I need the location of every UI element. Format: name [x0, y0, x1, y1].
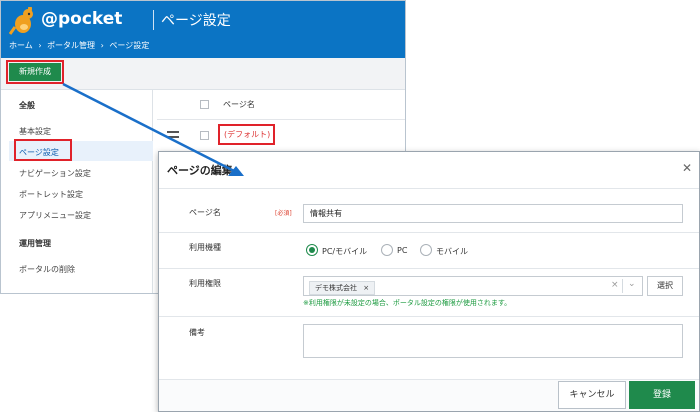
highlight-new-button [6, 60, 64, 84]
row-checkbox[interactable] [200, 131, 209, 140]
page-name-input[interactable]: 情報共有 [303, 204, 683, 223]
edit-page-dialog: ページの編集 ✕ ページ名 [必須] 情報共有 利用機種 PC/モバイル PC … [158, 151, 700, 412]
sidebar-item-delete-portal[interactable]: ポータルの削除 [19, 264, 75, 275]
permission-label: 利用権限 [189, 279, 221, 288]
dialog-title: ページの編集 [167, 164, 233, 177]
breadcrumb-home[interactable]: ホーム [9, 41, 33, 50]
page-title: ページ設定 [161, 13, 231, 29]
sidebar-section-operations: 運用管理 [19, 239, 51, 248]
breadcrumb: ホーム › ポータル管理 › ページ設定 [9, 40, 152, 51]
required-badge: [必須] [275, 210, 292, 217]
breadcrumb-separator: › [100, 41, 104, 50]
device-label: 利用機種 [189, 243, 221, 252]
select-all-checkbox[interactable] [200, 100, 209, 109]
field-divider [159, 268, 699, 269]
header-divider [153, 10, 154, 30]
list-header-divider [157, 119, 405, 120]
permission-note: ※利用権限が未設定の場合、ポータル設定の権限が使用されます。 [303, 299, 512, 307]
screenshot-stage: @pocket ページ設定 ホーム › ポータル管理 › ページ設定 新規作成 … [0, 0, 700, 412]
remarks-label: 備考 [189, 328, 205, 337]
clear-selection-icon[interactable]: × [611, 280, 619, 290]
chevron-down-icon[interactable]: ⌄ [628, 279, 636, 289]
device-option-pc-mobile[interactable]: PC/モバイル [322, 246, 367, 257]
field-divider [159, 232, 699, 233]
breadcrumb-portal-admin[interactable]: ポータル管理 [47, 41, 95, 50]
sidebar-item-navigation[interactable]: ナビゲーション設定 [19, 168, 91, 179]
sidebar-section-general: 全般 [19, 101, 35, 110]
kangaroo-logo-icon [9, 7, 33, 35]
field-divider [159, 316, 699, 317]
app-header: @pocket ページ設定 ホーム › ポータル管理 › ページ設定 [1, 1, 405, 58]
select-divider [622, 279, 623, 293]
app-logo-text: @pocket [41, 9, 123, 29]
breadcrumb-separator: › [38, 41, 42, 50]
sidebar-item-portlet[interactable]: ポートレット設定 [19, 189, 83, 200]
close-icon[interactable]: ✕ [682, 161, 692, 175]
column-header-page-name: ページ名 [223, 100, 255, 109]
device-radio-pc[interactable] [381, 244, 393, 256]
cancel-button[interactable]: キャンセル [558, 381, 626, 409]
sidebar-item-basic[interactable]: 基本設定 [19, 126, 51, 137]
sidebar-item-app-menu[interactable]: アプリメニュー設定 [19, 210, 91, 221]
device-radio-pc-mobile[interactable] [306, 244, 318, 256]
device-option-pc[interactable]: PC [397, 246, 407, 255]
device-option-mobile[interactable]: モバイル [436, 246, 468, 257]
highlight-page-settings [14, 139, 72, 161]
select-button[interactable]: 選択 [647, 276, 683, 296]
drag-handle-icon[interactable] [167, 131, 179, 138]
save-button[interactable]: 登録 [629, 381, 695, 409]
remarks-textarea[interactable] [303, 324, 683, 358]
permission-tag[interactable]: デモ株式会社 × [309, 281, 376, 295]
device-radio-mobile[interactable] [420, 244, 432, 256]
dialog-title-divider [159, 188, 699, 189]
breadcrumb-page-settings: ページ設定 [109, 41, 150, 50]
permission-tag-label: デモ株式会社 [315, 284, 357, 292]
tag-remove-icon[interactable]: × [363, 284, 369, 292]
page-name-label: ページ名 [189, 208, 221, 217]
highlight-default-row [218, 124, 275, 145]
